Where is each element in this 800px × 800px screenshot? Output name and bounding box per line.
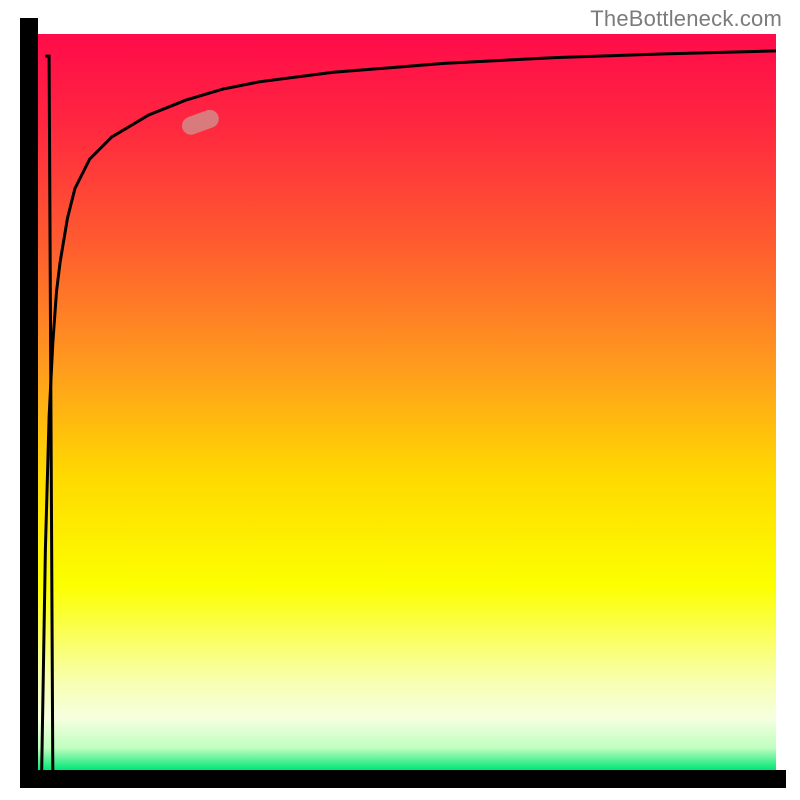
attribution-text: TheBottleneck.com — [590, 6, 782, 32]
plot-background-gradient — [38, 34, 776, 770]
x-axis — [20, 770, 786, 788]
y-axis — [20, 18, 38, 786]
chart-container: TheBottleneck.com — [0, 0, 800, 800]
bottleneck-chart — [0, 0, 800, 800]
